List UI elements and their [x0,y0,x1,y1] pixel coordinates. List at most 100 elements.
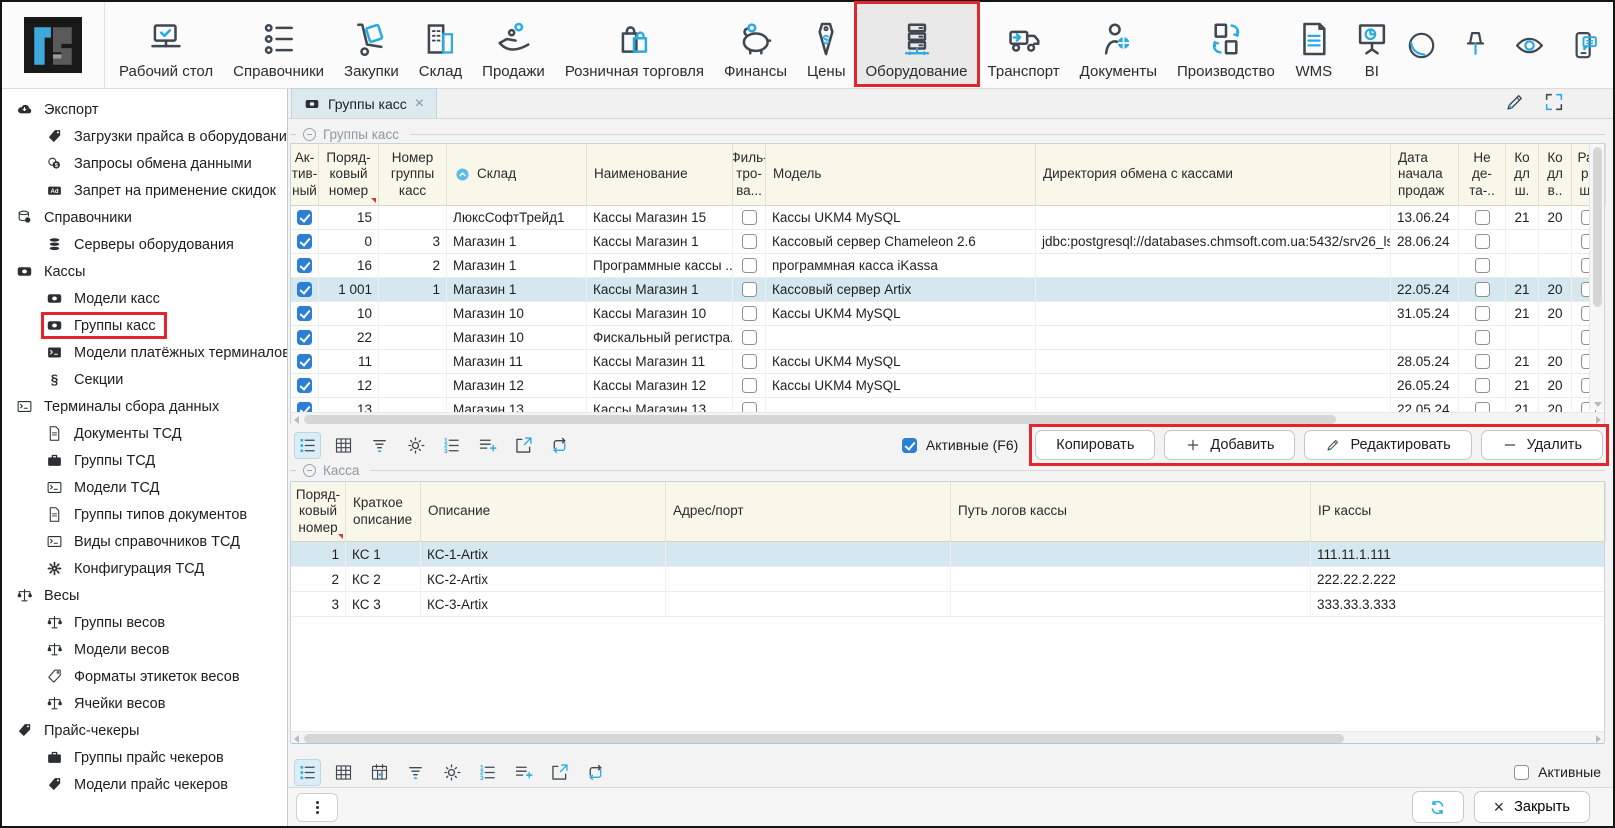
row-checkbox[interactable] [1475,354,1490,369]
nav-item-Финансы[interactable]: Финансы [715,4,796,84]
calendar-icon[interactable] [366,759,393,786]
row-checkbox[interactable] [742,234,757,249]
nav-item-Закупки[interactable]: Закупки [335,4,408,84]
sidebar-item-Модели прайс чекеров[interactable]: Модели прайс чекеров [2,771,287,798]
row-checkbox[interactable] [1475,402,1490,412]
row-checkbox[interactable] [297,258,312,273]
gear-icon[interactable] [438,759,465,786]
row-checkbox[interactable] [1475,210,1490,225]
row-checkbox[interactable] [297,210,312,225]
nav-item-Производство[interactable]: Производство [1168,4,1284,84]
row-checkbox[interactable] [1475,330,1490,345]
sidebar-item-Модели платёжных терминалов[interactable]: Модели платёжных терминалов [2,339,287,366]
delete-button[interactable]: Удалить [1481,430,1603,460]
row-checkbox[interactable] [297,402,312,412]
app-logo-icon[interactable] [24,17,82,73]
sidebar-item-Экспорт[interactable]: Экспорт [2,96,287,123]
table-row[interactable]: 10Магазин 10Кассы Магазин 10Кассы UKM4 M… [291,302,1604,326]
column-header-order[interactable]: Поряд-ковый номер [319,144,379,205]
column-header-code_w[interactable]: Ко дл ш. [1506,144,1539,205]
column-header-group_no[interactable]: Номер группы касс [379,144,447,205]
sidebar-item-Виды справочников ТСД[interactable]: Виды справочников ТСД [2,528,287,555]
sidebar-item-Документы ТСД[interactable]: Документы ТСД [2,420,287,447]
sidebar-item-Запрет на применение скидок[interactable]: AdЗапрет на применение скидок [2,177,287,204]
active-filter-checkbox[interactable] [902,438,917,453]
sidebar-item-Модели весов[interactable]: Модели весов [2,636,287,663]
edit-pencil-icon[interactable] [1504,91,1526,113]
table-row[interactable]: 1 0011Магазин 1Кассы Магазин 1Кассовый с… [291,278,1604,302]
nav-item-Розничная торговля[interactable]: Розничная торговля [556,4,713,84]
sidebar-item-Конфигурация ТСД[interactable]: Конфигурация ТСД [2,555,287,582]
sidebar-item-Модели касс[interactable]: Модели касс [2,285,287,312]
row-checkbox[interactable] [297,378,312,393]
sidebar-item-Форматы этикеток весов[interactable]: Форматы этикеток весов [2,663,287,690]
column-header-short[interactable]: Краткое описание [346,482,421,541]
sidebar-item-Модели ТСД[interactable]: Модели ТСД [2,474,287,501]
nav-item-Оборудование[interactable]: Оборудование [857,4,977,84]
column-header-code_h[interactable]: Ко дл в.. [1539,144,1572,205]
horizontal-scrollbar[interactable] [291,731,1604,744]
row-checkbox[interactable] [742,306,757,321]
reload-icon[interactable] [546,432,573,459]
column-header-filtered[interactable]: Филь-тро-ва... [733,144,766,205]
sidebar-item-Группы касс[interactable]: Группы касс [2,312,287,339]
numlist-icon[interactable]: 123 [438,432,465,459]
gear-icon[interactable] [402,432,429,459]
column-header-no_detail[interactable]: Не де-та-.. [1459,144,1506,205]
horizontal-scrollbar[interactable] [291,412,1604,425]
sidebar-item-Запросы обмена данными[interactable]: $Запросы обмена данными [2,150,287,177]
table-row[interactable]: 22Магазин 10Фискальный регистра... [291,326,1604,350]
sort-asc-icon[interactable] [454,166,471,183]
row-checkbox[interactable] [742,402,757,412]
eye-icon[interactable] [1513,29,1546,62]
row-checkbox[interactable] [742,282,757,297]
pin-icon[interactable] [1459,29,1492,62]
row-checkbox[interactable] [297,234,312,249]
column-header-desc[interactable]: Описание [421,482,666,541]
row-checkbox[interactable] [297,282,312,297]
row-checkbox[interactable] [742,210,757,225]
row-checkbox[interactable] [742,378,757,393]
external-icon[interactable] [510,432,537,459]
vertical-scrollbar[interactable] [1589,144,1604,410]
row-checkbox[interactable] [1475,282,1490,297]
grid-icon[interactable] [330,432,357,459]
column-header-name[interactable]: Наименование [587,144,733,205]
row-checkbox[interactable] [1475,234,1490,249]
nav-item-Цены[interactable]: $Цены [798,4,855,84]
column-header-date[interactable]: Дата начала продаж [1391,144,1459,205]
active-filter-checkbox[interactable] [1514,765,1529,780]
nav-item-Справочники[interactable]: Справочники [224,4,333,84]
column-header-model[interactable]: Модель [766,144,1036,205]
column-header-ip[interactable]: IP кассы [1311,482,1606,541]
list-view-icon[interactable] [294,759,321,786]
nav-item-BI[interactable]: BI [1344,4,1400,84]
row-checkbox[interactable] [742,330,757,345]
external-icon[interactable] [546,759,573,786]
tab-close-icon[interactable]: × [415,96,424,112]
sidebar-item-Группы типов документов[interactable]: Группы типов документов [2,501,287,528]
sidebar-item-Секции[interactable]: §Секции [2,366,287,393]
expand-icon[interactable] [1543,91,1565,113]
tab-groups-kass[interactable]: Группы касс × [291,88,437,118]
grid-icon[interactable] [330,759,357,786]
row-checkbox[interactable] [1475,378,1490,393]
add-button[interactable]: Добавить [1164,430,1295,460]
more-menu-button[interactable] [296,793,338,822]
sidebar-item-Ячейки весов[interactable]: Ячейки весов [2,690,287,717]
sidebar-item-Группы ТСД[interactable]: Группы ТСД [2,447,287,474]
column-header-order[interactable]: Поряд-ковый номер [291,482,346,541]
row-checkbox[interactable] [742,354,757,369]
numlist-icon[interactable]: 123 [474,759,501,786]
table-row[interactable]: 162Магазин 1Программные кассы ...програм… [291,254,1604,278]
column-header-addr[interactable]: Адрес/порт [666,482,951,541]
clock-icon[interactable] [1405,29,1438,62]
table-row[interactable]: 03Магазин 1Кассы Магазин 1Кассовый серве… [291,230,1604,254]
sidebar-item-Серверы оборудования[interactable]: Серверы оборудования [2,231,287,258]
nav-item-Склад[interactable]: Склад [410,4,471,84]
refresh-button[interactable] [1412,791,1464,823]
table-row[interactable]: 11Магазин 11Кассы Магазин 11Кассы UKM4 M… [291,350,1604,374]
nav-item-WMS[interactable]: WMS [1286,4,1342,84]
table-row[interactable]: 1КС 1КС-1-Artix111.11.1.111 [291,542,1604,567]
column-header-directory[interactable]: Директория обмена с кассами [1036,144,1391,205]
